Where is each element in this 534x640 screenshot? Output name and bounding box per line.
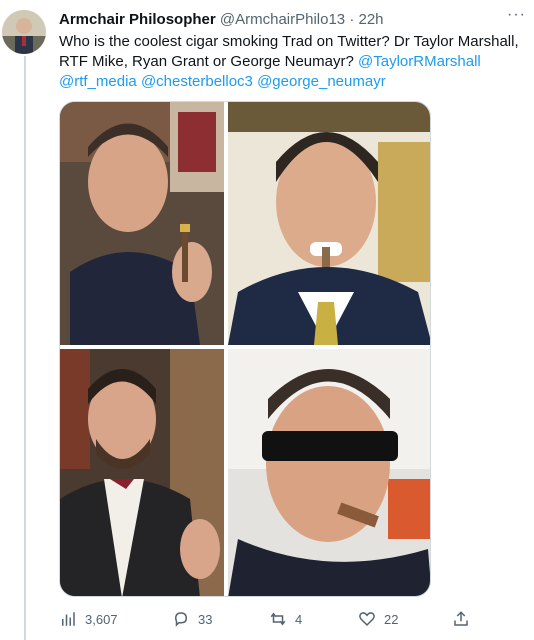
like-button[interactable]: 22 (358, 607, 398, 631)
mention-link[interactable]: @george_neumayr (257, 73, 386, 90)
thread-line (24, 56, 26, 640)
mention-link[interactable]: @TaylorRMarshall (358, 53, 481, 70)
display-name[interactable]: Armchair Philosopher (59, 11, 216, 28)
share-icon (454, 611, 468, 626)
avatar-image (2, 10, 46, 54)
separator-dot: · (349, 11, 355, 28)
analytics-icon (62, 612, 75, 626)
photo-3[interactable] (60, 349, 224, 596)
avatar[interactable] (2, 10, 46, 54)
like-count: 22 (384, 611, 399, 627)
reply-count: 33 (198, 611, 213, 627)
action-bar: 3,607 33 4 22 (59, 607, 479, 631)
timestamp[interactable]: 22h (359, 11, 384, 28)
user-handle[interactable]: @ArmchairPhilo13 (220, 11, 345, 28)
retweet-button[interactable]: 4 (269, 607, 302, 631)
photo-1[interactable] (60, 102, 224, 345)
retweet-icon (270, 612, 286, 626)
photo-2[interactable] (228, 102, 430, 345)
photo-4[interactable] (228, 349, 430, 596)
tweet-text: Who is the coolest cigar smoking Trad on… (59, 32, 534, 92)
mention-link[interactable]: @chesterbelloc3 (141, 73, 253, 90)
tweet-header: Armchair Philosopher @ArmchairPhilo13 · … (59, 10, 384, 30)
views-count: 3,607 (85, 611, 118, 627)
like-icon (359, 612, 375, 627)
mention-link[interactable]: @rtf_media (59, 73, 137, 90)
media-grid (59, 101, 431, 597)
more-icon[interactable]: ··· (507, 6, 526, 24)
reply-button[interactable]: 33 (172, 607, 212, 631)
reply-icon (174, 612, 188, 627)
share-button[interactable] (452, 607, 470, 631)
retweet-count: 4 (295, 611, 303, 627)
views-button[interactable]: 3,607 (59, 607, 118, 631)
